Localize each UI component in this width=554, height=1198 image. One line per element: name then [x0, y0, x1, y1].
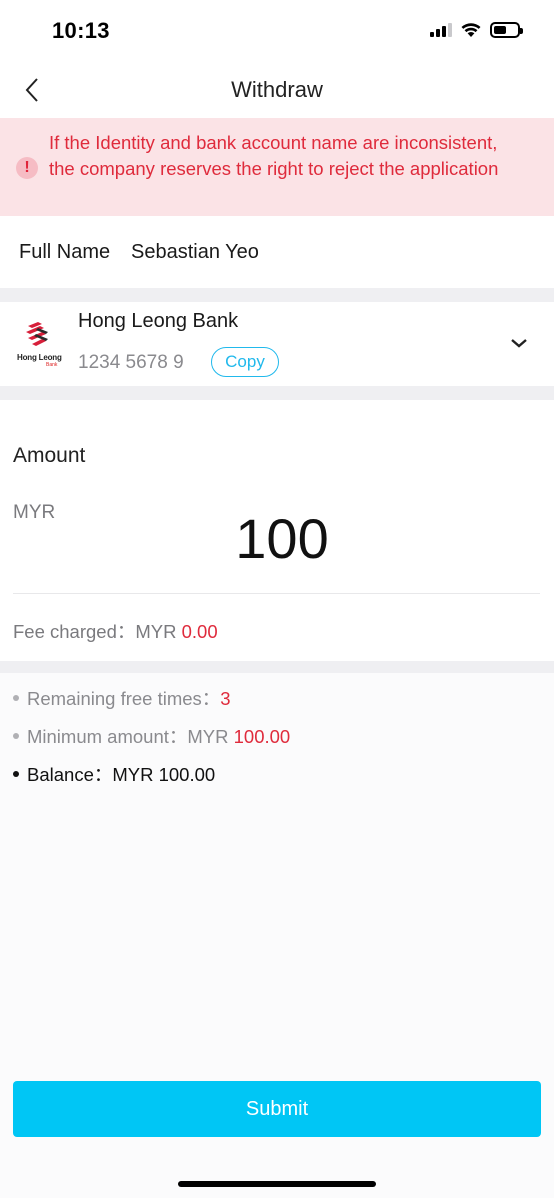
bank-logo: Hong Leong Bank — [16, 320, 62, 370]
minimum-value: 100.00 — [233, 726, 291, 747]
bank-logo-text: Hong Leong — [17, 353, 62, 362]
divider — [13, 593, 540, 594]
remaining-label: Remaining free times： — [27, 688, 221, 709]
full-name-label: Full Name — [19, 241, 111, 263]
status-bar: 10:13 — [0, 0, 554, 62]
fee-charged: Fee charged：MYR 0.00 — [13, 618, 218, 644]
currency-label: MYR — [13, 502, 56, 523]
bullet-icon — [13, 695, 19, 702]
minimum-amount: Minimum amount：MYR 100.00 — [13, 723, 290, 749]
amount-label: Amount — [13, 444, 86, 467]
bullet-icon — [13, 733, 19, 740]
signal-icon — [430, 23, 452, 37]
warning-banner: ! If the Identity and bank account name … — [0, 118, 554, 216]
page-title: Withdraw — [231, 77, 323, 102]
remaining-value: 3 — [220, 688, 231, 709]
amount-card: Amount MYR Fee charged：MYR 0.00 — [0, 400, 554, 661]
chevron-down-icon[interactable] — [506, 330, 532, 356]
fee-label: Fee charged： — [13, 621, 136, 642]
status-time: 10:13 — [52, 18, 110, 43]
full-name-value: Sebastian Yeo — [131, 241, 259, 263]
amount-input[interactable] — [170, 506, 394, 571]
minimum-currency: MYR — [187, 726, 234, 747]
section-divider — [0, 288, 554, 302]
remaining-free-times: Remaining free times：3 — [13, 685, 231, 711]
bank-account-selector[interactable]: Hong Leong Bank Hong Leong Bank 1234 567… — [0, 302, 554, 386]
bank-name: Hong Leong Bank — [78, 310, 239, 332]
bank-logo-mark — [26, 322, 48, 346]
balance: Balance：MYR 100.00 — [13, 761, 215, 787]
bank-logo-subtext: Bank — [46, 362, 58, 368]
exclamation-icon: ! — [16, 157, 38, 179]
home-indicator — [178, 1181, 376, 1187]
status-icons — [430, 22, 523, 38]
nav-bar: Withdraw — [0, 62, 554, 118]
balance-label: Balance： — [27, 764, 113, 785]
fee-currency: MYR — [135, 621, 182, 642]
wifi-icon — [461, 23, 481, 37]
battery-icon — [490, 22, 523, 38]
balance-value: MYR 100.00 — [112, 764, 216, 785]
bank-account-number: 1234 5678 9 — [78, 352, 184, 373]
section-divider — [0, 386, 554, 400]
copy-button[interactable]: Copy — [211, 347, 279, 377]
submit-button[interactable]: Submit — [13, 1081, 541, 1137]
section-divider — [0, 661, 554, 673]
full-name-row: Full Name Sebastian Yeo — [0, 216, 554, 288]
fee-value: 0.00 — [181, 621, 218, 642]
warning-text: If the Identity and bank account name ar… — [49, 132, 499, 179]
bullet-icon — [13, 771, 19, 778]
minimum-label: Minimum amount： — [27, 726, 188, 747]
